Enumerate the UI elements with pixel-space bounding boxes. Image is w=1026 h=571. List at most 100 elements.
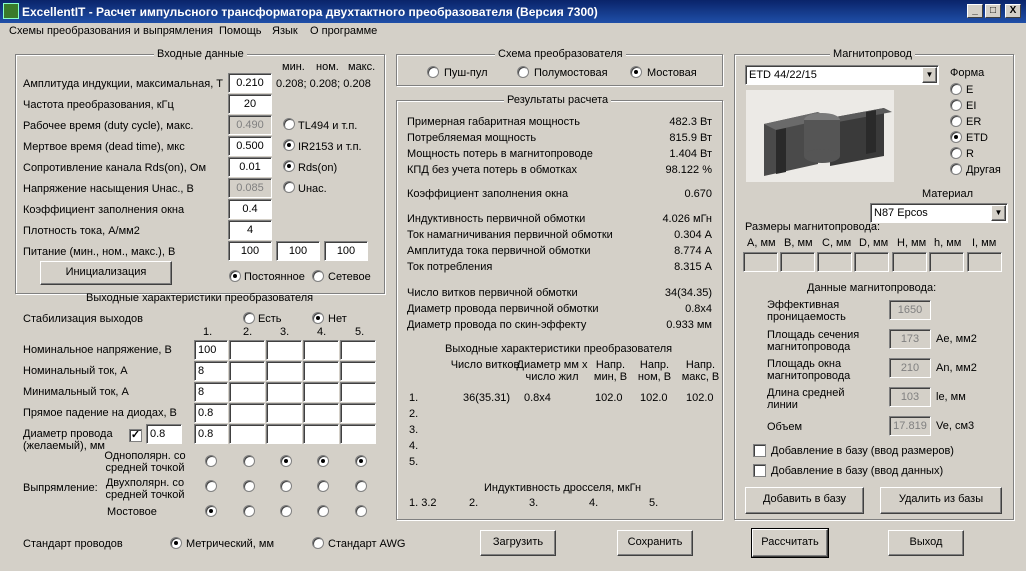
wire-diameter-2[interactable] xyxy=(229,424,265,444)
wire-diameter-5[interactable] xyxy=(340,424,376,444)
dc-supply-radio[interactable] xyxy=(229,270,241,282)
wire-diameter-4[interactable] xyxy=(303,424,339,444)
minimize-button[interactable]: _ xyxy=(967,4,983,18)
rect-bi-radio-4[interactable] xyxy=(317,480,329,492)
nom-voltage-3[interactable] xyxy=(266,340,302,360)
frequency-input[interactable]: 20 xyxy=(228,94,272,114)
rect-uni-radio-2[interactable] xyxy=(243,455,255,467)
awg-label: Стандарт AWG xyxy=(328,538,406,550)
menu-language[interactable]: Язык xyxy=(272,25,298,37)
diode-drop-2[interactable] xyxy=(229,403,265,423)
add-to-db-button[interactable]: Добавить в базу xyxy=(745,487,864,514)
nom-voltage-4[interactable] xyxy=(303,340,339,360)
nom-current-1[interactable]: 8 xyxy=(194,361,228,381)
unas-radio[interactable] xyxy=(283,181,295,193)
rect-bi-radio-1[interactable] xyxy=(205,480,217,492)
diode-drop-5[interactable] xyxy=(340,403,376,423)
rect-bridge-radio-3[interactable] xyxy=(280,505,292,517)
rect-uni-radio-1[interactable] xyxy=(205,455,217,467)
rect-bridge-radio-1[interactable] xyxy=(205,505,217,517)
rds-input[interactable]: 0.01 xyxy=(228,157,272,177)
dc-supply-label: Постоянное xyxy=(244,271,305,283)
nom-current-4[interactable] xyxy=(303,361,339,381)
ac-supply-radio[interactable] xyxy=(312,270,324,282)
min-current-4[interactable] xyxy=(303,382,339,402)
metric-radio[interactable] xyxy=(170,537,182,549)
nom-voltage-5[interactable] xyxy=(340,340,376,360)
wire-diameter-checkbox[interactable]: ✓ xyxy=(129,429,142,442)
shape-etd-radio[interactable] xyxy=(950,131,962,143)
min-current-3[interactable] xyxy=(266,382,302,402)
diode-drop-4[interactable] xyxy=(303,403,339,423)
rect-uni-radio-3[interactable] xyxy=(280,455,292,467)
nom-voltage-2[interactable] xyxy=(229,340,265,360)
wire-diameter-input[interactable]: 0.8 xyxy=(146,424,182,444)
rect-bridge-label: Мостовое xyxy=(107,506,157,518)
stab-no-radio[interactable] xyxy=(312,312,324,324)
wire-diameter-1[interactable]: 0.8 xyxy=(194,424,228,444)
half-bridge-radio[interactable] xyxy=(517,66,529,78)
push-pull-radio[interactable] xyxy=(427,66,439,78)
add-dims-checkbox[interactable] xyxy=(753,444,766,457)
min-current-2[interactable] xyxy=(229,382,265,402)
shape-e-radio[interactable] xyxy=(950,83,962,95)
rect-uni-radio-5[interactable] xyxy=(355,455,367,467)
material-select[interactable]: N87 Epcos xyxy=(870,203,1008,223)
rect-bridge-radio-2[interactable] xyxy=(243,505,255,517)
rect-bi-radio-2[interactable] xyxy=(243,480,255,492)
shape-r-radio[interactable] xyxy=(950,147,962,159)
add-data-checkbox[interactable] xyxy=(753,464,766,477)
dim-i-label: I, мм xyxy=(972,237,997,249)
init-button[interactable]: Инициализация xyxy=(40,261,172,285)
maximize-button[interactable]: □ xyxy=(985,4,1001,18)
save-button[interactable]: Сохранить xyxy=(617,530,693,556)
awg-radio[interactable] xyxy=(312,537,324,549)
tl494-radio[interactable] xyxy=(283,118,295,130)
min-current-5[interactable] xyxy=(340,382,376,402)
result-value: 34(34.35) xyxy=(664,287,712,299)
chevron-down-icon[interactable]: ▼ xyxy=(991,205,1006,221)
induction-input[interactable]: 0.210 xyxy=(228,73,272,93)
menu-about[interactable]: О программе xyxy=(310,25,377,37)
nom-current-5[interactable] xyxy=(340,361,376,381)
menu-schemes[interactable]: Схемы преобразования и выпрямления xyxy=(9,25,213,37)
stab-yes-radio[interactable] xyxy=(243,312,255,324)
rect-uni-radio-4[interactable] xyxy=(317,455,329,467)
out-row-1-num: 1. xyxy=(409,392,419,404)
dead-time-input[interactable]: 0.500 xyxy=(228,136,272,156)
supply-max-input[interactable]: 100 xyxy=(324,241,368,261)
shape-er-radio[interactable] xyxy=(950,115,962,127)
wire-diameter-3[interactable] xyxy=(266,424,302,444)
rect-bi-radio-3[interactable] xyxy=(280,480,292,492)
nom-voltage-1[interactable]: 100 xyxy=(194,340,228,360)
core-type-select[interactable]: ETD 44/22/15 xyxy=(745,65,939,85)
load-button[interactable]: Загрузить xyxy=(480,530,556,556)
rect-bridge-radio-4[interactable] xyxy=(317,505,329,517)
close-button[interactable]: X xyxy=(1005,4,1021,18)
nom-current-2[interactable] xyxy=(229,361,265,381)
supply-nom-input[interactable]: 100 xyxy=(276,241,320,261)
rect-bridge-radio-5[interactable] xyxy=(355,505,367,517)
current-density-input[interactable]: 4 xyxy=(228,220,272,240)
calculate-button[interactable]: Рассчитать xyxy=(751,528,829,558)
fill-factor-input[interactable]: 0.4 xyxy=(228,199,272,219)
min-current-1[interactable]: 8 xyxy=(194,382,228,402)
ir2153-radio[interactable] xyxy=(283,139,295,151)
ind-4: 4. xyxy=(589,497,599,509)
diode-drop-3[interactable] xyxy=(266,403,302,423)
delete-from-db-button[interactable]: Удалить из базы xyxy=(880,487,1002,514)
chevron-down-icon[interactable]: ▼ xyxy=(922,67,937,83)
rect-bi-radio-5[interactable] xyxy=(355,480,367,492)
rds-radio-label: Rds(on) xyxy=(298,162,338,174)
shape-other-radio[interactable] xyxy=(950,163,962,175)
full-bridge-radio[interactable] xyxy=(630,66,642,78)
half-bridge-label: Полумостовая xyxy=(534,67,608,79)
supply-min-input[interactable]: 100 xyxy=(228,241,272,261)
out-row-1-dia: 0.8x4 xyxy=(524,392,551,404)
nom-current-3[interactable] xyxy=(266,361,302,381)
exit-button[interactable]: Выход xyxy=(888,530,964,556)
menu-help[interactable]: Помощь xyxy=(219,25,262,37)
rds-radio[interactable] xyxy=(283,160,295,172)
shape-ei-radio[interactable] xyxy=(950,99,962,111)
diode-drop-1[interactable]: 0.8 xyxy=(194,403,228,423)
